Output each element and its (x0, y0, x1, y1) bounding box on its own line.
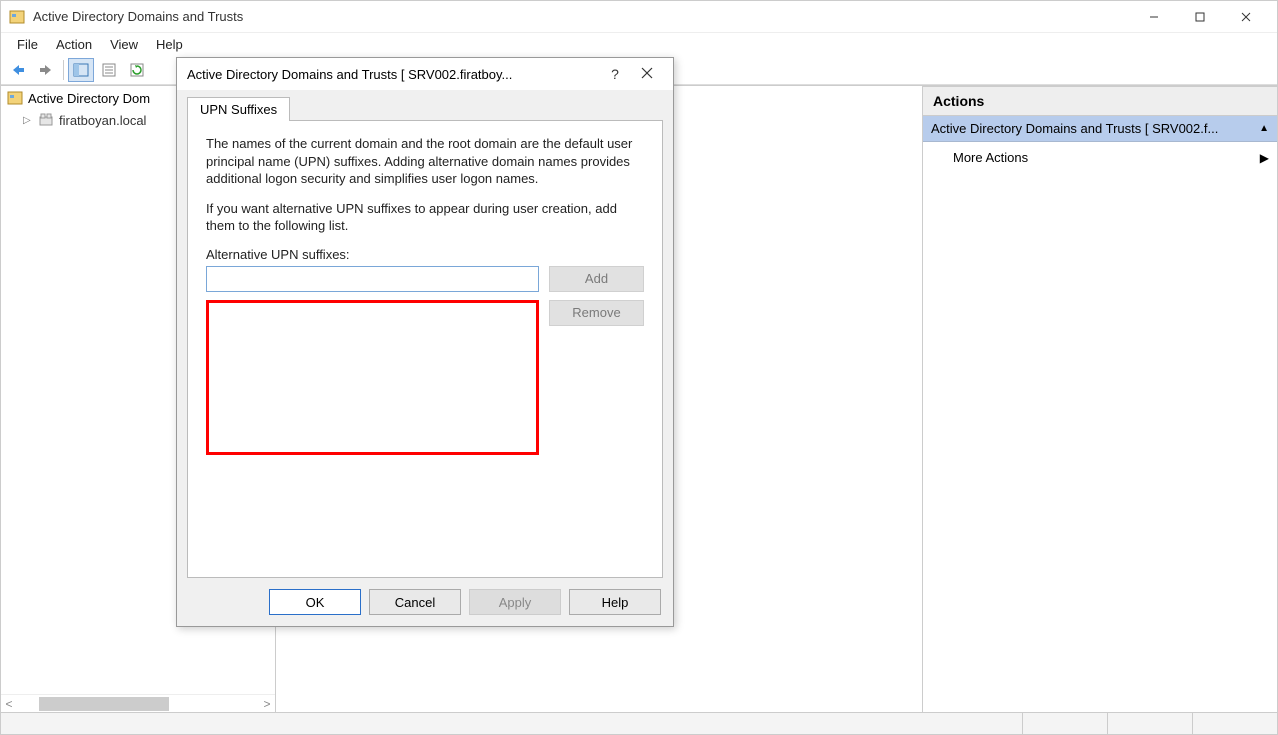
domain-icon (38, 112, 54, 128)
dialog-title: Active Directory Domains and Trusts [ SR… (187, 67, 599, 82)
ad-root-icon (7, 90, 23, 106)
dialog-button-row: OK Cancel Apply Help (177, 578, 673, 626)
upn-suffix-list[interactable] (206, 300, 539, 455)
close-button[interactable] (1223, 2, 1269, 32)
show-hide-tree-button[interactable] (68, 58, 94, 82)
collapse-icon[interactable]: ▲ (1259, 123, 1269, 134)
menu-help[interactable]: Help (148, 35, 191, 54)
actions-context-label: Active Directory Domains and Trusts [ SR… (931, 121, 1259, 136)
back-button[interactable] (5, 58, 31, 82)
scroll-right-icon[interactable]: > (259, 697, 275, 711)
actions-context-row[interactable]: Active Directory Domains and Trusts [ SR… (923, 116, 1277, 142)
tree-hscrollbar[interactable]: < > (1, 694, 275, 712)
remove-button[interactable]: Remove (549, 300, 644, 326)
export-list-button[interactable] (96, 58, 122, 82)
expand-icon[interactable]: ▷ (23, 115, 33, 126)
more-arrow-icon: ▶ (1260, 151, 1269, 165)
dialog-description-2: If you want alternative UPN suffixes to … (206, 200, 644, 235)
scroll-left-icon[interactable]: < (1, 697, 17, 711)
titlebar: Active Directory Domains and Trusts (1, 1, 1277, 33)
menu-view[interactable]: View (102, 35, 146, 54)
more-actions-label: More Actions (953, 150, 1028, 165)
ok-button[interactable]: OK (269, 589, 361, 615)
tab-upn-suffixes[interactable]: UPN Suffixes (187, 97, 290, 121)
forward-button[interactable] (33, 58, 59, 82)
dialog-close-button[interactable] (631, 66, 663, 82)
actions-header: Actions (923, 86, 1277, 116)
maximize-button[interactable] (1177, 2, 1223, 32)
tab-page: The names of the current domain and the … (187, 120, 663, 578)
tree-child-label: firatboyan.local (59, 113, 146, 128)
properties-dialog: Active Directory Domains and Trusts [ SR… (176, 57, 674, 627)
dialog-description-1: The names of the current domain and the … (206, 135, 644, 188)
add-button[interactable]: Add (549, 266, 644, 292)
menu-file[interactable]: File (9, 35, 46, 54)
upn-suffix-input[interactable] (206, 266, 539, 292)
scroll-thumb[interactable] (39, 697, 169, 711)
menubar: File Action View Help (1, 33, 1277, 55)
minimize-button[interactable] (1131, 2, 1177, 32)
statusbar (1, 712, 1277, 734)
help-button[interactable]: Help (569, 589, 661, 615)
app-icon (9, 9, 25, 25)
menu-action[interactable]: Action (48, 35, 100, 54)
window-title: Active Directory Domains and Trusts (33, 9, 1131, 24)
more-actions-row[interactable]: More Actions ▶ (923, 142, 1277, 173)
dialog-titlebar: Active Directory Domains and Trusts [ SR… (177, 58, 673, 90)
upn-input-label: Alternative UPN suffixes: (206, 247, 644, 262)
refresh-button[interactable] (124, 58, 150, 82)
cancel-button[interactable]: Cancel (369, 589, 461, 615)
dialog-help-button[interactable]: ? (599, 66, 631, 82)
apply-button[interactable]: Apply (469, 589, 561, 615)
actions-pane: Actions Active Directory Domains and Tru… (923, 86, 1277, 712)
tree-root-label: Active Directory Dom (28, 91, 150, 106)
